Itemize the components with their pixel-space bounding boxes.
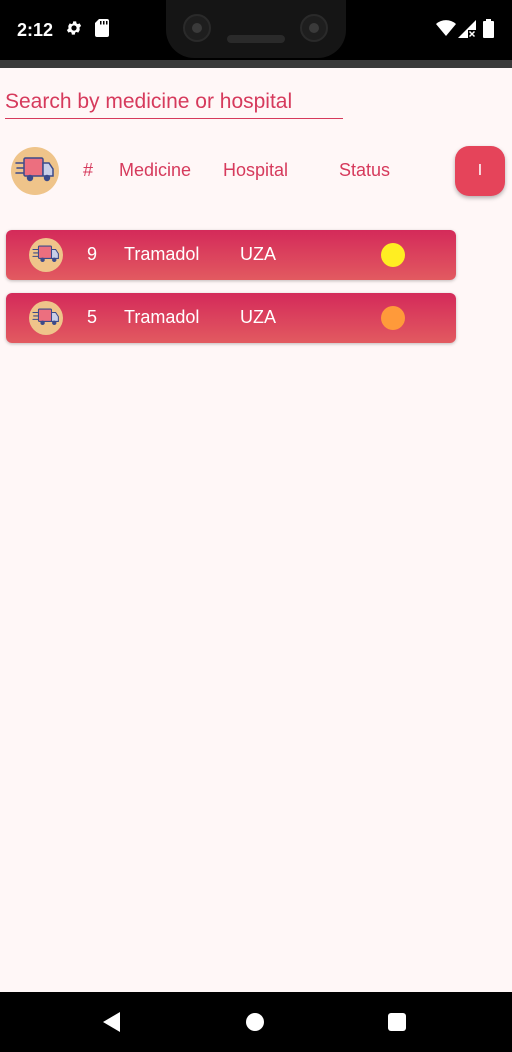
column-header-medicine: Medicine <box>119 160 192 180</box>
status-indicator <box>381 243 405 267</box>
status-bar-divider <box>0 60 512 68</box>
main-content: # Medicine Hospital Status I 9 Tramadol … <box>0 68 512 992</box>
row-medicine: Tramadol <box>124 307 200 327</box>
settings-gear-icon <box>65 19 83 42</box>
info-button[interactable]: I <box>455 146 505 196</box>
column-header-number: # <box>83 160 94 180</box>
row-hospital: UZA <box>240 244 276 264</box>
camera-notch <box>166 0 346 58</box>
info-button-label: I <box>477 162 483 179</box>
recents-icon[interactable] <box>388 1013 406 1031</box>
front-camera-icon <box>183 14 211 42</box>
delivery-truck-icon <box>29 238 63 272</box>
sd-card-icon <box>95 19 109 42</box>
row-number: 9 <box>87 244 98 264</box>
delivery-truck-icon <box>11 147 59 195</box>
status-bar: 2:12 <box>0 0 512 62</box>
back-icon[interactable] <box>103 1012 120 1032</box>
delivery-truck-icon <box>29 301 63 335</box>
row-number: 5 <box>87 307 98 327</box>
status-indicator <box>381 306 405 330</box>
row-hospital: UZA <box>240 307 276 327</box>
table-row[interactable]: 5 Tramadol UZA <box>6 293 456 343</box>
earpiece-speaker <box>227 35 285 43</box>
column-header-hospital: Hospital <box>223 160 289 180</box>
wifi-icon <box>436 20 456 41</box>
search-input[interactable] <box>5 86 343 119</box>
navigation-bar <box>0 992 512 1052</box>
front-sensor-icon <box>300 14 328 42</box>
status-time: 2:12 <box>17 20 54 40</box>
battery-icon <box>483 19 494 43</box>
table-row[interactable]: 9 Tramadol UZA <box>6 230 456 280</box>
column-header-status: Status <box>339 160 391 180</box>
row-medicine: Tramadol <box>124 244 200 264</box>
signal-icon <box>458 20 476 43</box>
home-icon[interactable] <box>246 1013 264 1031</box>
